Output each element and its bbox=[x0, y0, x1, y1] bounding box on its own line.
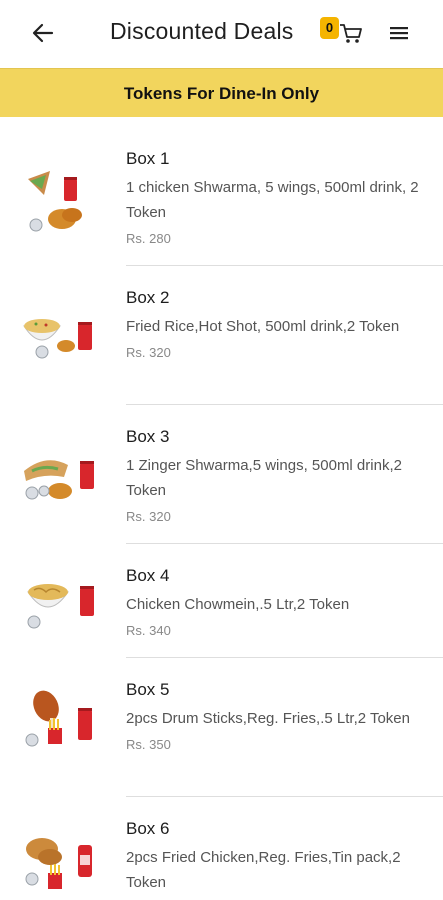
deal-item[interactable]: Box 5 2pcs Drum Sticks,Reg. Fries,.5 Ltr… bbox=[0, 658, 443, 796]
deal-name: Box 4 bbox=[126, 566, 170, 585]
deal-name: Box 3 bbox=[126, 427, 170, 446]
cart-button[interactable] bbox=[338, 20, 366, 48]
deal-name: Box 1 bbox=[126, 149, 170, 168]
page-title: Discounted Deals bbox=[110, 18, 294, 44]
deal-price: Rs. 280 bbox=[126, 231, 171, 246]
cart-icon bbox=[340, 24, 362, 43]
deal-info: Box 3 1 Zinger Shwarma,5 wings, 500ml dr… bbox=[126, 427, 426, 524]
dine-in-banner: Tokens For Dine-In Only bbox=[0, 68, 443, 117]
deal-image-shwarma-wings bbox=[28, 171, 82, 232]
deal-name: Box 5 bbox=[126, 680, 170, 699]
deal-item[interactable]: Box 3 1 Zinger Shwarma,5 wings, 500ml dr… bbox=[0, 405, 443, 543]
deal-info: Box 2 Fried Rice,Hot Shot, 500ml drink,2… bbox=[126, 288, 426, 360]
cart-count-badge: 0 bbox=[320, 17, 339, 39]
deal-description: 2pcs Drum Sticks,Reg. Fries,.5 Ltr,2 Tok… bbox=[126, 710, 410, 727]
deal-description: 1 chicken Shwarma, 5 wings, 500ml drink,… bbox=[126, 179, 419, 221]
deal-description: 1 Zinger Shwarma,5 wings, 500ml drink,2 … bbox=[126, 457, 402, 499]
deal-item[interactable]: Box 2 Fried Rice,Hot Shot, 500ml drink,2… bbox=[0, 266, 443, 404]
deal-info: Box 4 Chicken Chowmein,.5 Ltr,2 Token Rs… bbox=[126, 566, 426, 638]
menu-button[interactable] bbox=[388, 23, 412, 45]
deal-item[interactable]: Box 1 1 chicken Shwarma, 5 wings, 500ml … bbox=[0, 117, 443, 265]
back-arrow-icon bbox=[32, 23, 54, 43]
deal-price: Rs. 320 bbox=[126, 509, 171, 524]
deal-name: Box 2 bbox=[126, 288, 170, 307]
deal-image-fried-rice bbox=[23, 319, 92, 359]
deal-price: Rs. 320 bbox=[126, 345, 171, 360]
deal-image-drumsticks-fries bbox=[25, 690, 92, 747]
hamburger-menu-icon bbox=[390, 27, 408, 40]
deal-image-chowmein bbox=[27, 584, 94, 629]
deal-item[interactable]: Box 4 Chicken Chowmein,.5 Ltr,2 Token Rs… bbox=[0, 544, 443, 657]
deal-description: 2pcs Fried Chicken,Reg. Fries,Tin pack,2… bbox=[126, 849, 401, 891]
deal-image-zinger-shwarma bbox=[24, 460, 94, 500]
deal-price: Rs. 350 bbox=[126, 737, 171, 752]
deal-item[interactable]: Box 6 2pcs Fried Chicken,Reg. Fries,Tin … bbox=[0, 797, 443, 900]
deal-name: Box 6 bbox=[126, 819, 170, 838]
deal-image-fried-chicken bbox=[25, 838, 92, 889]
deal-description: Fried Rice,Hot Shot, 500ml drink,2 Token bbox=[126, 318, 400, 335]
deal-info: Box 5 2pcs Drum Sticks,Reg. Fries,.5 Ltr… bbox=[126, 680, 426, 752]
deal-description: Chicken Chowmein,.5 Ltr,2 Token bbox=[126, 596, 350, 613]
deal-price: Rs. 340 bbox=[126, 623, 171, 638]
deal-info: Box 1 1 chicken Shwarma, 5 wings, 500ml … bbox=[126, 149, 426, 246]
app-header: Discounted Deals 0 bbox=[0, 0, 443, 68]
deal-info: Box 6 2pcs Fried Chicken,Reg. Fries,Tin … bbox=[126, 819, 426, 900]
back-button[interactable] bbox=[30, 20, 56, 46]
